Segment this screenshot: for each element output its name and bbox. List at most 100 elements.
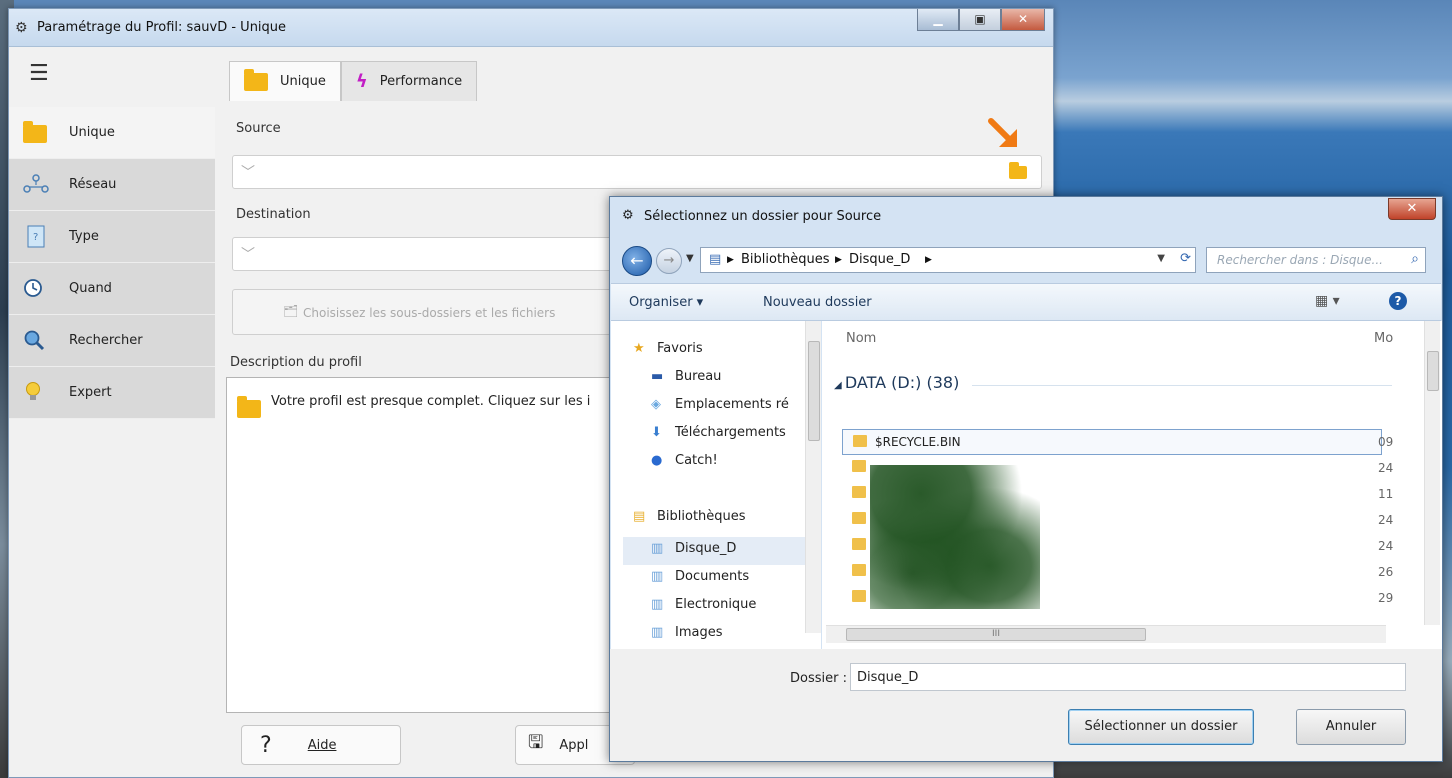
- sidebar-item-type[interactable]: ? Type: [9, 211, 215, 263]
- nav-libraries[interactable]: ▤ Bibliothèques: [633, 509, 746, 524]
- help-icon[interactable]: ?: [1389, 292, 1407, 310]
- nav-documents[interactable]: ▥ Documents: [651, 569, 749, 584]
- nav-downloads[interactable]: ⬇ Téléchargements: [651, 425, 786, 440]
- search-icon: [23, 329, 49, 351]
- maximize-button[interactable]: ▣: [959, 9, 1001, 31]
- view-options-icon[interactable]: ▦ ▾: [1315, 293, 1340, 309]
- folder-icon: [853, 435, 867, 447]
- dialog-footer: Dossier : Sélectionner un dossier Annule…: [610, 649, 1442, 761]
- sidebar-item-rechercher[interactable]: Rechercher: [9, 315, 215, 367]
- nav-bureau[interactable]: ▬ Bureau: [651, 369, 721, 384]
- browse-folder-icon[interactable]: [1009, 162, 1027, 183]
- sidebar-item-quand[interactable]: Quand: [9, 263, 215, 315]
- address-bar[interactable]: ▤ ▶ Bibliothèques ▶ Disque_D ▶ ▼ ⟳: [700, 247, 1196, 273]
- folder-icon: [852, 590, 866, 602]
- sidebar-item-label: Réseau: [69, 177, 117, 192]
- nav-label: Bureau: [675, 369, 722, 384]
- folder-icon: [852, 486, 866, 498]
- search-icon[interactable]: ⌕: [1411, 251, 1419, 267]
- libraries-icon: ▤: [633, 509, 646, 524]
- list-item[interactable]: $RECYCLE.BIN: [842, 429, 1382, 455]
- new-folder-button[interactable]: Nouveau dossier: [763, 295, 872, 310]
- sidebar-item-label: Rechercher: [69, 333, 143, 348]
- main-title-bar[interactable]: ⚙ Paramétrage du Profil: sauvD - Unique …: [9, 9, 1053, 47]
- nav-catch[interactable]: ● Catch!: [651, 453, 718, 468]
- nav-pane-scrollbar[interactable]: [805, 321, 821, 633]
- folder-date: 26: [1378, 565, 1394, 579]
- chevron-down-icon: ﹀: [241, 247, 255, 263]
- scrollbar-thumb[interactable]: [808, 341, 820, 441]
- nav-images[interactable]: ▥ Images: [651, 625, 723, 640]
- nav-electronique[interactable]: ▥ Electronique: [651, 597, 756, 612]
- nav-label: Favoris: [657, 341, 703, 356]
- scrollbar-thumb[interactable]: [1427, 351, 1439, 391]
- forward-arrow-icon[interactable]: →: [656, 248, 682, 274]
- nav-label: Documents: [675, 569, 750, 584]
- dialog-title: Sélectionnez un dossier pour Source: [644, 209, 882, 224]
- horizontal-scrollbar[interactable]: III: [826, 625, 1386, 643]
- sidebar: ☰ Unique Réseau ? Type Quand Rechercher …: [9, 47, 215, 419]
- nav-favorites[interactable]: ★ Favoris: [633, 341, 703, 356]
- refresh-icon[interactable]: ⟳: [1180, 251, 1191, 266]
- sidebar-item-expert[interactable]: Expert: [9, 367, 215, 419]
- minimize-button[interactable]: ▁: [917, 9, 959, 31]
- close-button[interactable]: ✕: [1001, 9, 1045, 31]
- nav-label: Catch!: [675, 453, 718, 468]
- lightning-icon: ϟ: [355, 71, 368, 92]
- dialog-title-bar[interactable]: ⚙ Sélectionnez un dossier pour Source ✕: [610, 197, 1442, 233]
- sidebar-item-label: Type: [69, 229, 99, 244]
- folder-date: 24: [1378, 539, 1394, 553]
- group-header[interactable]: ◢ DATA (D:) (38): [834, 373, 959, 392]
- recent-pages-dropdown-icon[interactable]: ▼: [686, 253, 694, 264]
- destination-label: Destination: [236, 207, 311, 222]
- folder-date: 29: [1378, 591, 1394, 605]
- select-folder-dialog: ⚙ Sélectionnez un dossier pour Source ✕ …: [609, 196, 1443, 762]
- app-gear-icon: ⚙: [15, 20, 28, 36]
- sidebar-item-unique[interactable]: Unique: [9, 107, 215, 159]
- folder-name: $RECYCLE.BIN: [875, 435, 961, 449]
- help-label: Aide: [307, 737, 337, 753]
- library-icon: ▤: [709, 252, 722, 267]
- breadcrumb-separator-icon: ▶: [835, 255, 842, 265]
- download-folder-icon: ⬇: [651, 425, 662, 440]
- catch-icon: ●: [651, 453, 663, 468]
- source-combobox[interactable]: ﹀: [232, 155, 1042, 189]
- collapse-icon: ◢: [834, 380, 845, 391]
- cancel-button[interactable]: Annuler: [1296, 709, 1406, 745]
- folder-label: Dossier :: [790, 671, 847, 686]
- scrollbar-thumb[interactable]: III: [846, 628, 1146, 641]
- tab-performance[interactable]: ϟ Performance: [340, 61, 478, 101]
- sidebar-item-label: Expert: [69, 385, 112, 400]
- nav-disque-d[interactable]: ▥ Disque_D: [651, 541, 736, 556]
- nav-recent-places[interactable]: ◈ Emplacements ré: [651, 397, 789, 412]
- sidebar-item-reseau[interactable]: Réseau: [9, 159, 215, 211]
- app-gear-icon: ⚙: [622, 208, 634, 223]
- breadcrumb-disque-d[interactable]: Disque_D: [849, 252, 910, 267]
- library-folder-icon: ▥: [651, 597, 664, 612]
- back-arrow-icon[interactable]: ←: [622, 246, 652, 276]
- network-icon: [23, 173, 49, 195]
- select-folder-button[interactable]: Sélectionner un dossier: [1068, 709, 1254, 745]
- library-folder-icon: ▥: [651, 625, 664, 640]
- folder-input[interactable]: [850, 663, 1406, 691]
- orange-arrow-annotation: [988, 118, 1017, 147]
- tab-unique[interactable]: Unique: [229, 61, 341, 101]
- profile-description-label: Description du profil: [230, 355, 362, 370]
- column-header-name[interactable]: Nom: [846, 331, 876, 346]
- file-list-scrollbar[interactable]: [1424, 321, 1440, 625]
- organize-button[interactable]: Organiser ▾: [629, 295, 703, 310]
- address-dropdown-icon[interactable]: ▼: [1157, 253, 1165, 264]
- breadcrumb-bibliotheques[interactable]: Bibliothèques: [741, 252, 830, 267]
- save-disk-icon: 🖫: [528, 732, 544, 753]
- nav-label: Electronique: [675, 597, 757, 612]
- folder-date: 09: [1378, 435, 1394, 449]
- folder-icon: [852, 512, 866, 524]
- folder-icon: [852, 460, 866, 472]
- help-icon: ?: [260, 732, 272, 758]
- search-box[interactable]: Rechercher dans : Disque... ⌕: [1206, 247, 1426, 273]
- hamburger-menu-icon[interactable]: ☰: [29, 61, 49, 86]
- help-button[interactable]: ? Aide: [241, 725, 401, 765]
- folder-date: 24: [1378, 513, 1394, 527]
- column-header-modified[interactable]: Mo: [1374, 331, 1393, 346]
- dialog-close-button[interactable]: ✕: [1388, 198, 1436, 220]
